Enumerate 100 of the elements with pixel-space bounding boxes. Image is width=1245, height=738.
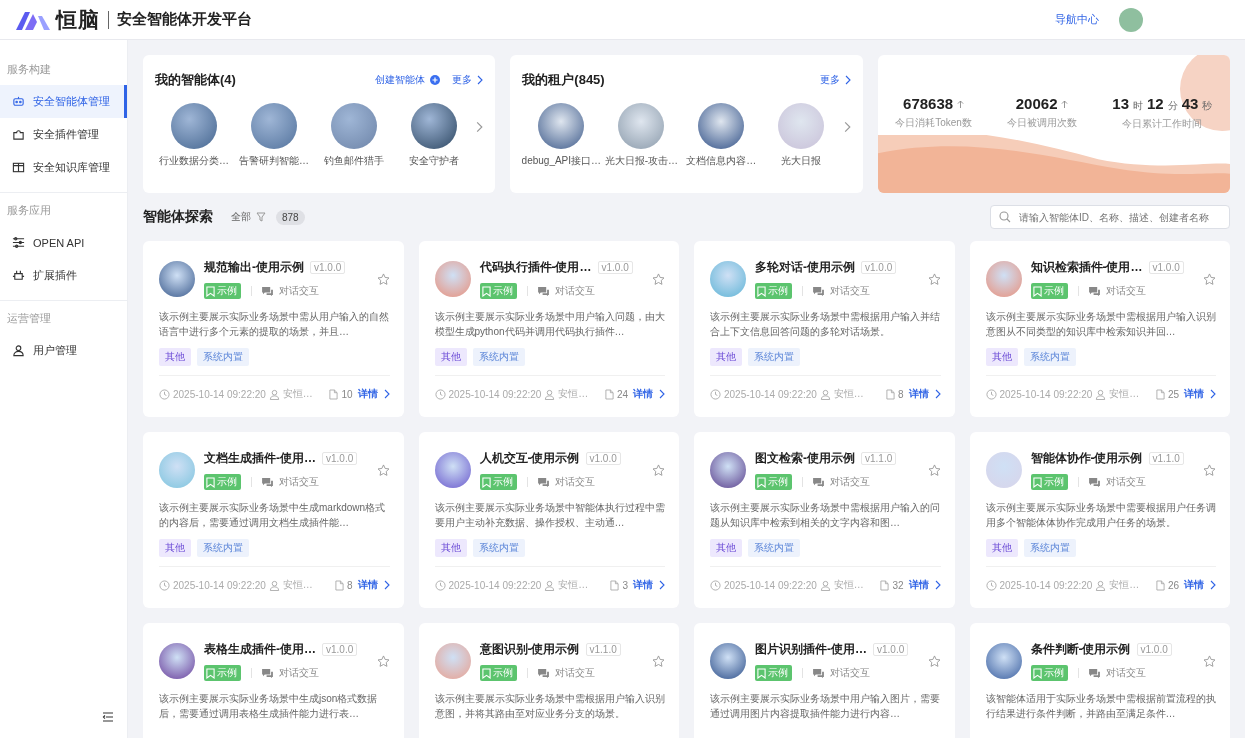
star-icon[interactable]	[927, 464, 941, 477]
user-icon	[268, 579, 280, 591]
collapse-menu-icon[interactable]	[102, 712, 114, 722]
more-link[interactable]: 更多	[452, 73, 484, 87]
star-icon[interactable]	[1203, 464, 1216, 477]
star-icon[interactable]	[927, 655, 941, 668]
author-name: 安恒…	[282, 578, 313, 592]
category-tag: 系统内置	[748, 539, 800, 557]
stat-value: 12	[1147, 95, 1164, 112]
clock-icon	[710, 388, 721, 400]
details-link[interactable]: 详情	[357, 387, 390, 401]
clock-icon	[159, 579, 170, 591]
document-icon	[880, 579, 890, 591]
agent-shortcut[interactable]: 告警研判智能…	[235, 103, 313, 168]
category-tag: 系统内置	[197, 348, 249, 366]
star-icon[interactable]	[652, 464, 665, 477]
agent-description: 该智能体适用于实际业务场景中需根据前置流程的执行结果进行条件判断，并路由至满足条件…	[985, 692, 1216, 721]
version-label: v1.0.0	[1136, 643, 1172, 656]
sidebar-item[interactable]: 安全知识库管理	[0, 151, 127, 184]
agent-card[interactable]: 文档生成插件-使用… v1.0.0 示例 对话交互 该示例主要展示实际业务场景中生成markdown格式的内容后，需要通过调用文档生成插件能… 其他 系统内置 2025-10-14 09:22:20 安恒… 8 详情	[143, 432, 404, 608]
agent-shortcut[interactable]: 行业数据分类…	[155, 103, 233, 168]
sidebar-item[interactable]: 安全智能体管理	[0, 85, 127, 118]
star-icon[interactable]	[1203, 273, 1216, 286]
agent-description: 该示例主要展示实际业务场景中需从用户输入的自然语言中进行多个元素的提取的场景，并且…	[159, 310, 390, 339]
agent-card[interactable]: 代码执行插件-使用… v1.0.0 示例 对话交互 该示例主要展示实际业务场景中用户输入问题，由大模型生成python代码并调用代码执行插件… 其他 系统内置 2025-10-14 09:22:20 安恒… 24 详情	[418, 241, 679, 417]
clock-icon	[434, 388, 446, 400]
stat-label: 今日被调用次数	[1007, 116, 1078, 130]
example-tag: 示例	[755, 665, 792, 681]
agent-shortcut[interactable]: 钓鱼邮件猎手	[315, 103, 393, 168]
agent-card[interactable]: 条件判断-使用示例 v1.0.0 示例 对话交互 该智能体适用于实际业务场景中需根据前置流程的执行结果进行条件判断，并路由至满足条件…	[969, 623, 1230, 738]
agent-description: 该示例主要展示实际业务场景中需根据用户输入识别意图从不同类型的知识库中检索知识并回…	[985, 310, 1216, 339]
tenant-shortcut[interactable]: debug_API接口…	[522, 103, 601, 168]
search-field[interactable]: 请输入智能体ID、名称、描述、创建者名称	[990, 205, 1230, 229]
chat-icon	[537, 477, 549, 487]
agent-card[interactable]: 规范输出-使用示例 v1.0.0 示例 对话交互 该示例主要展示实际业务场景中需从用户输入的自然语言中进行多个元素的提取的场景，并且… 其他 系统内置 2025-10-14 09:22:20 安恒… 10 详情	[143, 241, 404, 417]
chat-icon	[537, 286, 549, 296]
star-icon[interactable]	[376, 655, 390, 668]
document-icon	[885, 388, 895, 400]
details-link[interactable]: 详情	[908, 578, 941, 592]
tenant-shortcut[interactable]: 光大日报	[762, 103, 841, 168]
bookmark-icon	[757, 285, 766, 297]
chat-icon	[1088, 477, 1100, 487]
stat-label: 今日消耗Token数	[895, 116, 972, 130]
bookmark-icon	[757, 667, 766, 679]
usage-count: 32	[892, 579, 904, 591]
agent-card[interactable]: 人机交互-使用示例 v1.0.0 示例 对话交互 该示例主要展示实际业务场景中智能体执行过程中需要用户主动补充数据、操作授权、主动通… 其他 系统内置 2025-10-14 09:22:20 安恒… 3 详情	[418, 432, 679, 608]
star-icon[interactable]	[652, 273, 665, 286]
category-tag: 其他	[985, 539, 1018, 557]
more-link[interactable]: 更多	[819, 73, 851, 87]
version-label: v1.0.0	[322, 452, 358, 465]
clock-icon	[985, 579, 997, 591]
star-icon[interactable]	[376, 273, 390, 286]
example-tag: 示例	[1030, 665, 1068, 681]
user-icon	[819, 388, 831, 400]
sidebar-item[interactable]: 安全插件管理	[0, 118, 127, 151]
clock-icon	[434, 579, 446, 591]
star-icon[interactable]	[376, 464, 390, 477]
user-icon	[544, 579, 556, 591]
version-label: v1.1.0	[1148, 452, 1184, 465]
agent-card[interactable]: 图文检索-使用示例 v1.1.0 示例 对话交互 该示例主要展示实际业务场景中需根据用户输入的问题从知识库中检索到相关的文字内容和图… 其他 系统内置 2025-10-14 09:22:20 安恒… 32 详情	[694, 432, 955, 608]
brand-name: 恒脑	[56, 6, 100, 33]
star-icon[interactable]	[652, 655, 665, 668]
filter-dropdown[interactable]: 全部	[231, 210, 266, 224]
version-label: v1.0.0	[310, 261, 346, 274]
agent-card[interactable]: 知识检索插件-使用… v1.0.0 示例 对话交互 该示例主要展示实际业务场景中需根据用户输入识别意图从不同类型的知识库中检索知识并回… 其他 系统内置 2025-10-14 09:22:20 安恒… 25 详情	[969, 241, 1230, 417]
create-agent-link[interactable]: 创建智能体	[375, 73, 441, 87]
version-label: v1.0.0	[597, 261, 633, 274]
category-tag: 其他	[710, 348, 742, 366]
agent-card[interactable]: 表格生成插件-使用… v1.0.0 示例 对话交互 该示例主要展示实际业务场景中生成json格式数据后，需要通过调用表格生成插件能力进行表…	[143, 623, 404, 738]
platform-title: 安全智能体开发平台	[117, 10, 252, 29]
agent-card[interactable]: 意图识别-使用示例 v1.1.0 示例 对话交互 该示例主要展示实际业务场景中需根据用户输入识别意图，并将其路由至对应业务分支的场景。	[418, 623, 679, 738]
user-icon	[1095, 388, 1107, 400]
details-link[interactable]: 详情	[1184, 578, 1216, 592]
sidebar-item[interactable]: 扩展插件	[0, 259, 127, 292]
tenant-shortcut[interactable]: 文档信息内容…	[682, 103, 761, 168]
details-link[interactable]: 详情	[633, 578, 665, 592]
agent-card[interactable]: 智能体协作-使用示例 v1.1.0 示例 对话交互 该示例主要展示实际业务场景中需要根据用户任务调用多个智能体体协作完成用户任务的场景。 其他 系统内置 2025-10-14 09:22:20 安恒… 26 详情	[969, 432, 1230, 608]
user-icon	[12, 344, 25, 357]
details-link[interactable]: 详情	[908, 387, 941, 401]
sidebar-item[interactable]: 用户管理	[0, 334, 127, 367]
nav-center-link[interactable]: 导航中心	[1055, 12, 1099, 27]
user-avatar[interactable]	[1119, 7, 1143, 32]
chevron-right-icon	[844, 75, 851, 85]
plus-icon	[430, 75, 441, 85]
agent-card[interactable]: 图片识别插件-使用… v1.0.0 示例 对话交互 该示例主要展示实际业务场景中用户输入图片，需要通过调用图片内容提取插件能力进行内容…	[694, 623, 955, 738]
agent-title: 人机交互-使用示例	[479, 450, 580, 467]
agent-description: 该示例主要展示实际业务场景中需要根据用户任务调用多个智能体体协作完成用户任务的场景。	[985, 501, 1216, 530]
agent-description: 该示例主要展示实际业务场景中生成markdown格式的内容后，需要通过调用文档生成插件能…	[159, 501, 387, 530]
agent-shortcut[interactable]: 安全守护者	[395, 103, 473, 168]
tenant-shortcut[interactable]: 光大日报-攻击…	[602, 103, 681, 168]
star-icon[interactable]	[927, 273, 941, 286]
details-link[interactable]: 详情	[1184, 387, 1216, 401]
version-label: v1.0.0	[1148, 261, 1184, 274]
mode-label: 对话交互	[830, 284, 870, 298]
sidebar-item[interactable]: OPEN API	[0, 226, 127, 259]
agent-card[interactable]: 多轮对话-使用示例 v1.0.0 示例 对话交互 该示例主要展示实际业务场景中需根据用户输入并结合上下文信息回答问题的多轮对话场景。 其他 系统内置 2025-10-14 09:22:20 安恒… 8 详情	[694, 241, 955, 417]
chevron-right-icon	[1210, 580, 1216, 590]
star-icon[interactable]	[1203, 655, 1216, 668]
details-link[interactable]: 详情	[357, 578, 390, 592]
details-link[interactable]: 详情	[633, 387, 665, 401]
